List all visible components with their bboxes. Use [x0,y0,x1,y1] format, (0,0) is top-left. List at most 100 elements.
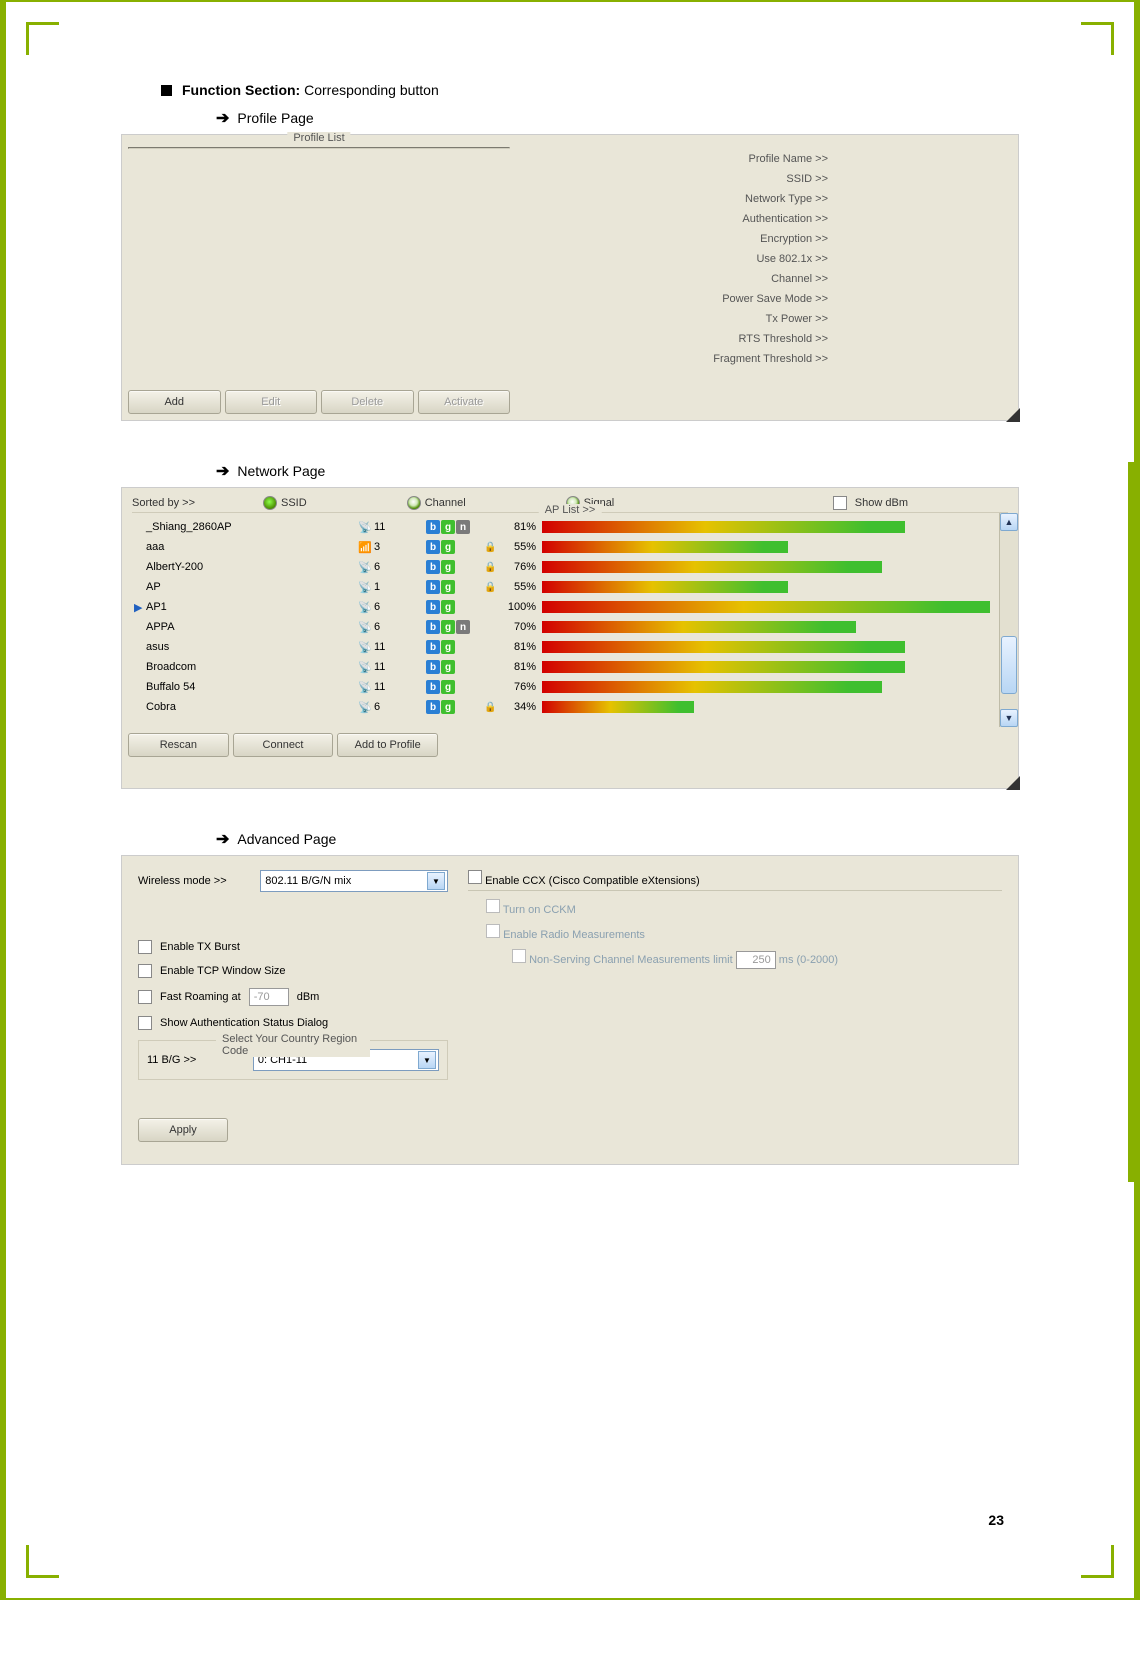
ap-row[interactable]: APPA📡6bgn70% [122,617,1018,637]
ap-row[interactable]: aaa📶3bg55% [122,537,1018,557]
ap-channel: 📡11 [358,521,426,534]
signal-percent: 81% [498,661,542,673]
ap-channel: 📡11 [358,661,426,674]
activate-button[interactable]: Activate [418,390,511,414]
fast-roaming-value[interactable]: -70 [249,988,289,1006]
antenna-icon: 📡 [358,701,372,714]
scroll-down-icon[interactable]: ▼ [1000,709,1018,727]
ap-channel: 📡11 [358,681,426,694]
advanced-page-caption: ➔ Advanced Page [216,829,1019,849]
edit-button[interactable]: Edit [225,390,318,414]
connect-button[interactable]: Connect [233,733,334,757]
antenna-icon: 📡 [358,641,372,654]
sort-ssid-label: SSID [281,497,307,509]
ap-row[interactable]: ▶AP1📡6bg100% [122,597,1018,617]
ap-list[interactable]: _Shiang_2860AP📡11bgn81%aaa📶3bg55%AlbertY… [122,513,1018,727]
advanced-panel: Wireless mode >> 802.11 B/G/N mix ▼ Enab… [121,855,1019,1165]
apply-button[interactable]: Apply [138,1118,228,1142]
profile-panel: Profile List Add Edit Delete Activate Pr… [121,134,1019,421]
signal-bar [542,621,1018,633]
signal-percent: 81% [498,641,542,653]
cckm-checkbox [486,899,500,913]
delete-button[interactable]: Delete [321,390,414,414]
signal-percent: 70% [498,621,542,633]
mode-badge-b: b [426,620,440,634]
scrollbar[interactable]: ▲ ▼ [999,513,1018,727]
ap-modes: bg [426,600,484,614]
ap-row[interactable]: AlbertY-200📡6bg76% [122,557,1018,577]
ap-row[interactable]: Buffalo 54📡11bg76% [122,677,1018,697]
antenna-icon: 📡 [358,521,372,534]
lock-icon [484,541,498,553]
ap-row[interactable]: _Shiang_2860AP📡11bgn81% [122,517,1018,537]
section-heading: Function Section: Corresponding button [161,82,1019,98]
ap-channel: 📡6 [358,621,426,634]
show-dbm-checkbox[interactable] [833,496,847,510]
collapse-icon[interactable] [1006,776,1020,790]
ap-row[interactable]: Broadcom📡11bg81% [122,657,1018,677]
mode-badge-b: b [426,520,440,534]
mode-badge-g: g [441,520,455,534]
fast-roaming-label-pre: Fast Roaming at [160,991,241,1003]
add-to-profile-button[interactable]: Add to Profile [337,733,438,757]
region-code-legend: Select Your Country Region Code [216,1033,370,1057]
fast-roaming-checkbox[interactable] [138,990,152,1004]
ap-row[interactable]: asus📡11bg81% [122,637,1018,657]
sort-ssid-option[interactable]: SSID [263,496,307,510]
signal-percent: 76% [498,681,542,693]
signal-percent: 81% [498,521,542,533]
detail-encryption: Encryption >> [526,233,1008,245]
ap-modes: bg [426,700,484,714]
rescan-button[interactable]: Rescan [128,733,229,757]
mode-badge-b: b [426,580,440,594]
signal-percent: 100% [498,601,542,613]
ap-modes: bg [426,560,484,574]
ap-name: AlbertY-200 [144,561,358,573]
ap-row[interactable]: Cobra📡6bg34% [122,697,1018,717]
dropdown-icon: ▼ [418,1051,436,1069]
antenna-icon: 📶 [358,541,372,554]
wireless-mode-select[interactable]: 802.11 B/G/N mix ▼ [260,870,448,892]
antenna-icon: 📡 [358,601,372,614]
signal-bar [542,681,1018,693]
network-panel: Sorted by >> SSID Channel Signal Show dB… [121,487,1019,789]
add-button[interactable]: Add [128,390,221,414]
ap-name: Buffalo 54 [144,681,358,693]
ap-channel: 📡11 [358,641,426,654]
page-number: 23 [988,1512,1004,1528]
advanced-page-label: Advanced Page [237,831,336,847]
scroll-up-icon[interactable]: ▲ [1000,513,1018,531]
signal-percent: 55% [498,541,542,553]
collapse-icon[interactable] [1006,408,1020,422]
nonserv-unit: ms (0-2000) [779,954,838,966]
ap-name: Cobra [144,701,358,713]
tx-burst-label: Enable TX Burst [160,941,240,953]
ap-channel: 📡1 [358,581,426,594]
antenna-icon: 📡 [358,621,372,634]
mode-badge-g: g [441,660,455,674]
ap-channel: 📡6 [358,561,426,574]
ap-name: AP [144,581,358,593]
nonserv-checkbox [512,949,526,963]
mode-badge-b: b [426,540,440,554]
sort-channel-label: Channel [425,497,466,509]
ap-modes: bg [426,540,484,554]
ap-row[interactable]: AP📡1bg55% [122,577,1018,597]
mode-badge-b: b [426,700,440,714]
profile-list-box[interactable] [128,147,510,149]
sort-channel-option[interactable]: Channel [407,496,466,510]
tcp-window-label: Enable TCP Window Size [160,965,286,977]
mode-badge-b: b [426,640,440,654]
scroll-thumb[interactable] [1001,636,1017,694]
tcp-window-checkbox[interactable] [138,964,152,978]
lock-icon [484,581,498,593]
ccx-enable-checkbox[interactable] [468,870,482,884]
detail-authentication: Authentication >> [526,213,1008,225]
show-auth-checkbox[interactable] [138,1016,152,1030]
arrow-icon: ➔ [216,829,229,849]
detail-tx-power: Tx Power >> [526,313,1008,325]
tx-burst-checkbox[interactable] [138,940,152,954]
section-title: Function Section: Corresponding button [182,82,439,98]
show-auth-label: Show Authentication Status Dialog [160,1017,328,1029]
cckm-label: Turn on CCKM [503,904,576,916]
